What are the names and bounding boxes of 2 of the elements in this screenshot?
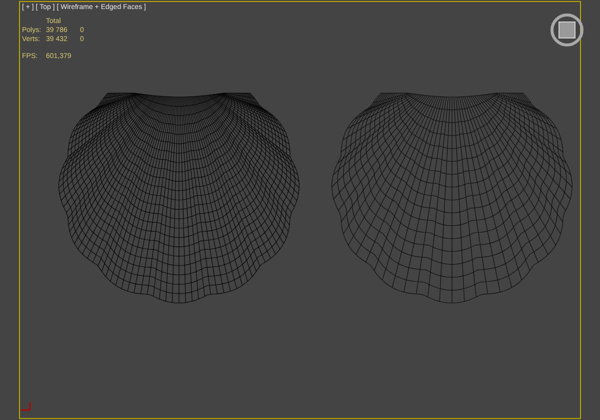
view-cube-icon[interactable] [549, 12, 585, 48]
axis-icon [20, 400, 32, 412]
